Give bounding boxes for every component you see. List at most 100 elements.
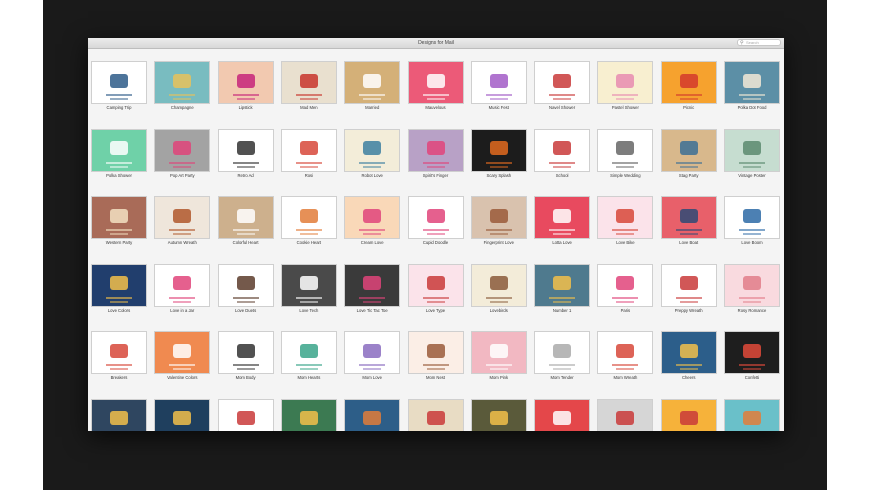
template-thumbnail[interactable] [154, 128, 211, 172]
template-thumbnail[interactable] [91, 331, 147, 374]
template-thumbnail[interactable] [660, 196, 717, 239]
template-tile[interactable]: Mauvelous [406, 61, 466, 111]
template-tile[interactable]: Mom Hearts [279, 331, 339, 381]
template-tile[interactable]: Colorful Heart [216, 196, 276, 246]
template-thumbnail[interactable] [154, 263, 211, 307]
template-thumbnail[interactable] [154, 398, 211, 431]
template-tile[interactable] [216, 398, 276, 431]
template-tile[interactable]: Cupid Doodle [406, 196, 466, 246]
template-thumbnail[interactable] [724, 128, 780, 172]
template-thumbnail[interactable] [597, 61, 654, 104]
template-thumbnail[interactable] [597, 128, 654, 172]
template-tile[interactable]: Lipstick [216, 61, 276, 111]
template-thumbnail[interactable] [280, 398, 337, 431]
template-tile[interactable]: Navel Shower [532, 61, 592, 111]
template-tile[interactable]: Polka Dot Food [722, 61, 782, 111]
template-tile[interactable]: Spirit's Finger [406, 128, 466, 179]
template-tile[interactable]: Confetti [722, 331, 782, 381]
template-tile[interactable]: Picnic [659, 61, 719, 111]
template-thumbnail[interactable] [660, 128, 717, 172]
template-tile[interactable]: Polka Shower [89, 128, 149, 179]
template-thumbnail[interactable] [724, 398, 780, 431]
template-thumbnail[interactable] [534, 61, 591, 104]
template-tile[interactable]: Pop Art Party [152, 128, 212, 179]
template-thumbnail[interactable] [154, 61, 211, 104]
template-tile[interactable]: Autumn Wreath [152, 196, 212, 246]
template-tile[interactable]: Love Tech [279, 263, 339, 314]
template-tile[interactable]: Love Boom [722, 196, 782, 246]
template-thumbnail[interactable] [154, 196, 211, 239]
template-tile[interactable]: Cream Love [342, 196, 402, 246]
template-thumbnail[interactable] [724, 61, 780, 104]
template-thumbnail[interactable] [154, 331, 211, 374]
template-thumbnail[interactable] [724, 331, 780, 374]
template-thumbnail[interactable] [724, 263, 780, 307]
template-tile[interactable]: Lotta Love [532, 196, 592, 246]
template-thumbnail[interactable] [470, 263, 527, 307]
template-thumbnail[interactable] [470, 61, 527, 104]
template-tile[interactable]: Paris [595, 263, 655, 314]
template-tile[interactable]: Pastel Shower [595, 61, 655, 111]
template-thumbnail[interactable] [724, 196, 780, 239]
template-thumbnail[interactable] [470, 128, 527, 172]
template-thumbnail[interactable] [217, 331, 274, 374]
template-thumbnail[interactable] [344, 196, 401, 239]
template-thumbnail[interactable] [344, 398, 401, 431]
template-tile[interactable]: School [532, 128, 592, 179]
template-tile[interactable]: Stag Party [659, 128, 719, 179]
template-thumbnail[interactable] [280, 128, 337, 172]
template-tile[interactable]: Love Duets [216, 263, 276, 314]
title-bar[interactable]: Designs for Mail ⚲ Search [88, 38, 784, 49]
template-thumbnail[interactable] [534, 398, 591, 431]
template-tile[interactable]: Mom Nest [406, 331, 466, 381]
template-tile[interactable]: Love Tic Tac Toe [342, 263, 402, 314]
template-tile[interactable] [406, 398, 466, 431]
template-thumbnail[interactable] [407, 128, 464, 172]
template-tile[interactable] [342, 398, 402, 431]
template-thumbnail[interactable] [470, 331, 527, 374]
template-thumbnail[interactable] [280, 331, 337, 374]
template-thumbnail[interactable] [344, 61, 401, 104]
template-tile[interactable]: Robot Love [342, 128, 402, 179]
template-tile[interactable] [532, 398, 592, 431]
template-tile[interactable]: Valentine Colors [152, 331, 212, 381]
template-tile[interactable]: Mom Body [216, 331, 276, 381]
template-tile[interactable]: Love Colors [89, 263, 149, 314]
template-thumbnail[interactable] [660, 61, 717, 104]
template-tile[interactable]: Love Boat [659, 196, 719, 246]
template-tile[interactable] [279, 398, 339, 431]
template-thumbnail[interactable] [344, 128, 401, 172]
template-tile[interactable]: Rosi [279, 128, 339, 179]
template-tile[interactable] [722, 398, 782, 431]
template-tile[interactable] [659, 398, 719, 431]
template-thumbnail[interactable] [470, 398, 527, 431]
template-tile[interactable]: Mad Men [279, 61, 339, 111]
template-tile[interactable]: Love Bike [595, 196, 655, 246]
template-tile[interactable]: Vintage Poster [722, 128, 782, 179]
template-tile[interactable] [469, 398, 529, 431]
template-tile[interactable]: Mom Pink [469, 331, 529, 381]
template-tile[interactable]: Western Party [89, 196, 149, 246]
template-thumbnail[interactable] [597, 398, 654, 431]
template-thumbnail[interactable] [597, 263, 654, 307]
template-thumbnail[interactable] [91, 128, 147, 172]
template-tile[interactable] [595, 398, 655, 431]
template-thumbnail[interactable] [217, 61, 274, 104]
template-tile[interactable]: Mom Wreath [595, 331, 655, 381]
template-tile[interactable]: Mom Tender [532, 331, 592, 381]
template-tile[interactable]: Camping Trip [89, 61, 149, 111]
template-thumbnail[interactable] [344, 263, 401, 307]
template-tile[interactable]: Rosy Romance [722, 263, 782, 314]
template-tile[interactable]: Champagne [152, 61, 212, 111]
template-tile[interactable]: Cheers [659, 331, 719, 381]
template-thumbnail[interactable] [407, 331, 464, 374]
template-thumbnail[interactable] [91, 61, 147, 104]
template-thumbnail[interactable] [470, 196, 527, 239]
template-tile[interactable]: Mom Love [342, 331, 402, 381]
template-tile[interactable]: Simple Wedding [595, 128, 655, 179]
template-thumbnail[interactable] [407, 398, 464, 431]
template-thumbnail[interactable] [91, 263, 147, 307]
template-thumbnail[interactable] [91, 196, 147, 239]
search-field[interactable]: ⚲ Search [737, 39, 781, 46]
template-thumbnail[interactable] [407, 61, 464, 104]
